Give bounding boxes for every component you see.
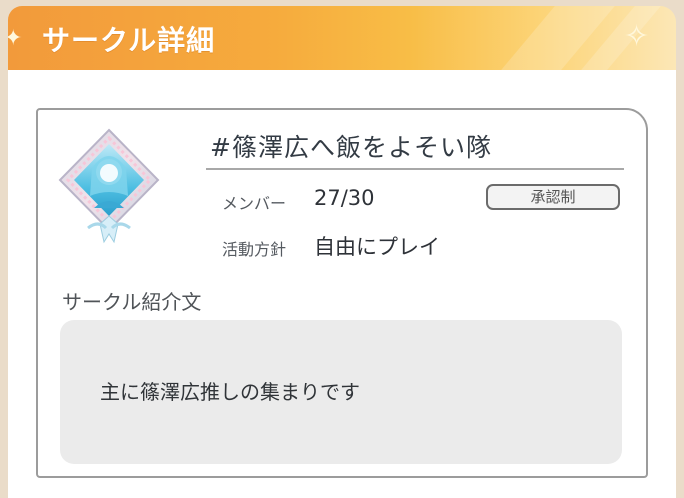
intro-text-box: 主に篠澤広推しの集まりです bbox=[60, 320, 622, 464]
header-banner: ✦ サークル詳細 ✧ bbox=[8, 6, 676, 70]
approval-badge: 承認制 bbox=[486, 184, 620, 210]
character-emblem-icon bbox=[54, 124, 164, 254]
sparkle-icon: ✦ bbox=[8, 26, 23, 51]
detail-panel: #篠澤広へ飯をよそい隊 メンバー 27/30 承認制 活動方針 自由にプレイ サ… bbox=[8, 70, 676, 498]
sparkle-icon: ✧ bbox=[624, 19, 650, 54]
policy-value: 自由にプレイ bbox=[314, 235, 440, 259]
intro-heading: サークル紹介文 bbox=[62, 290, 202, 314]
intro-text: 主に篠澤広推しの集まりです bbox=[100, 380, 360, 404]
policy-label: 活動方針 bbox=[222, 240, 287, 259]
name-divider bbox=[206, 168, 624, 170]
circle-name: #篠澤広へ飯をよそい隊 bbox=[210, 133, 492, 162]
page-title: サークル詳細 bbox=[42, 24, 216, 57]
member-label: メンバー bbox=[222, 194, 287, 213]
member-count: 27/30 bbox=[314, 186, 375, 210]
circle-info-card: #篠澤広へ飯をよそい隊 メンバー 27/30 承認制 活動方針 自由にプレイ サ… bbox=[36, 108, 648, 478]
